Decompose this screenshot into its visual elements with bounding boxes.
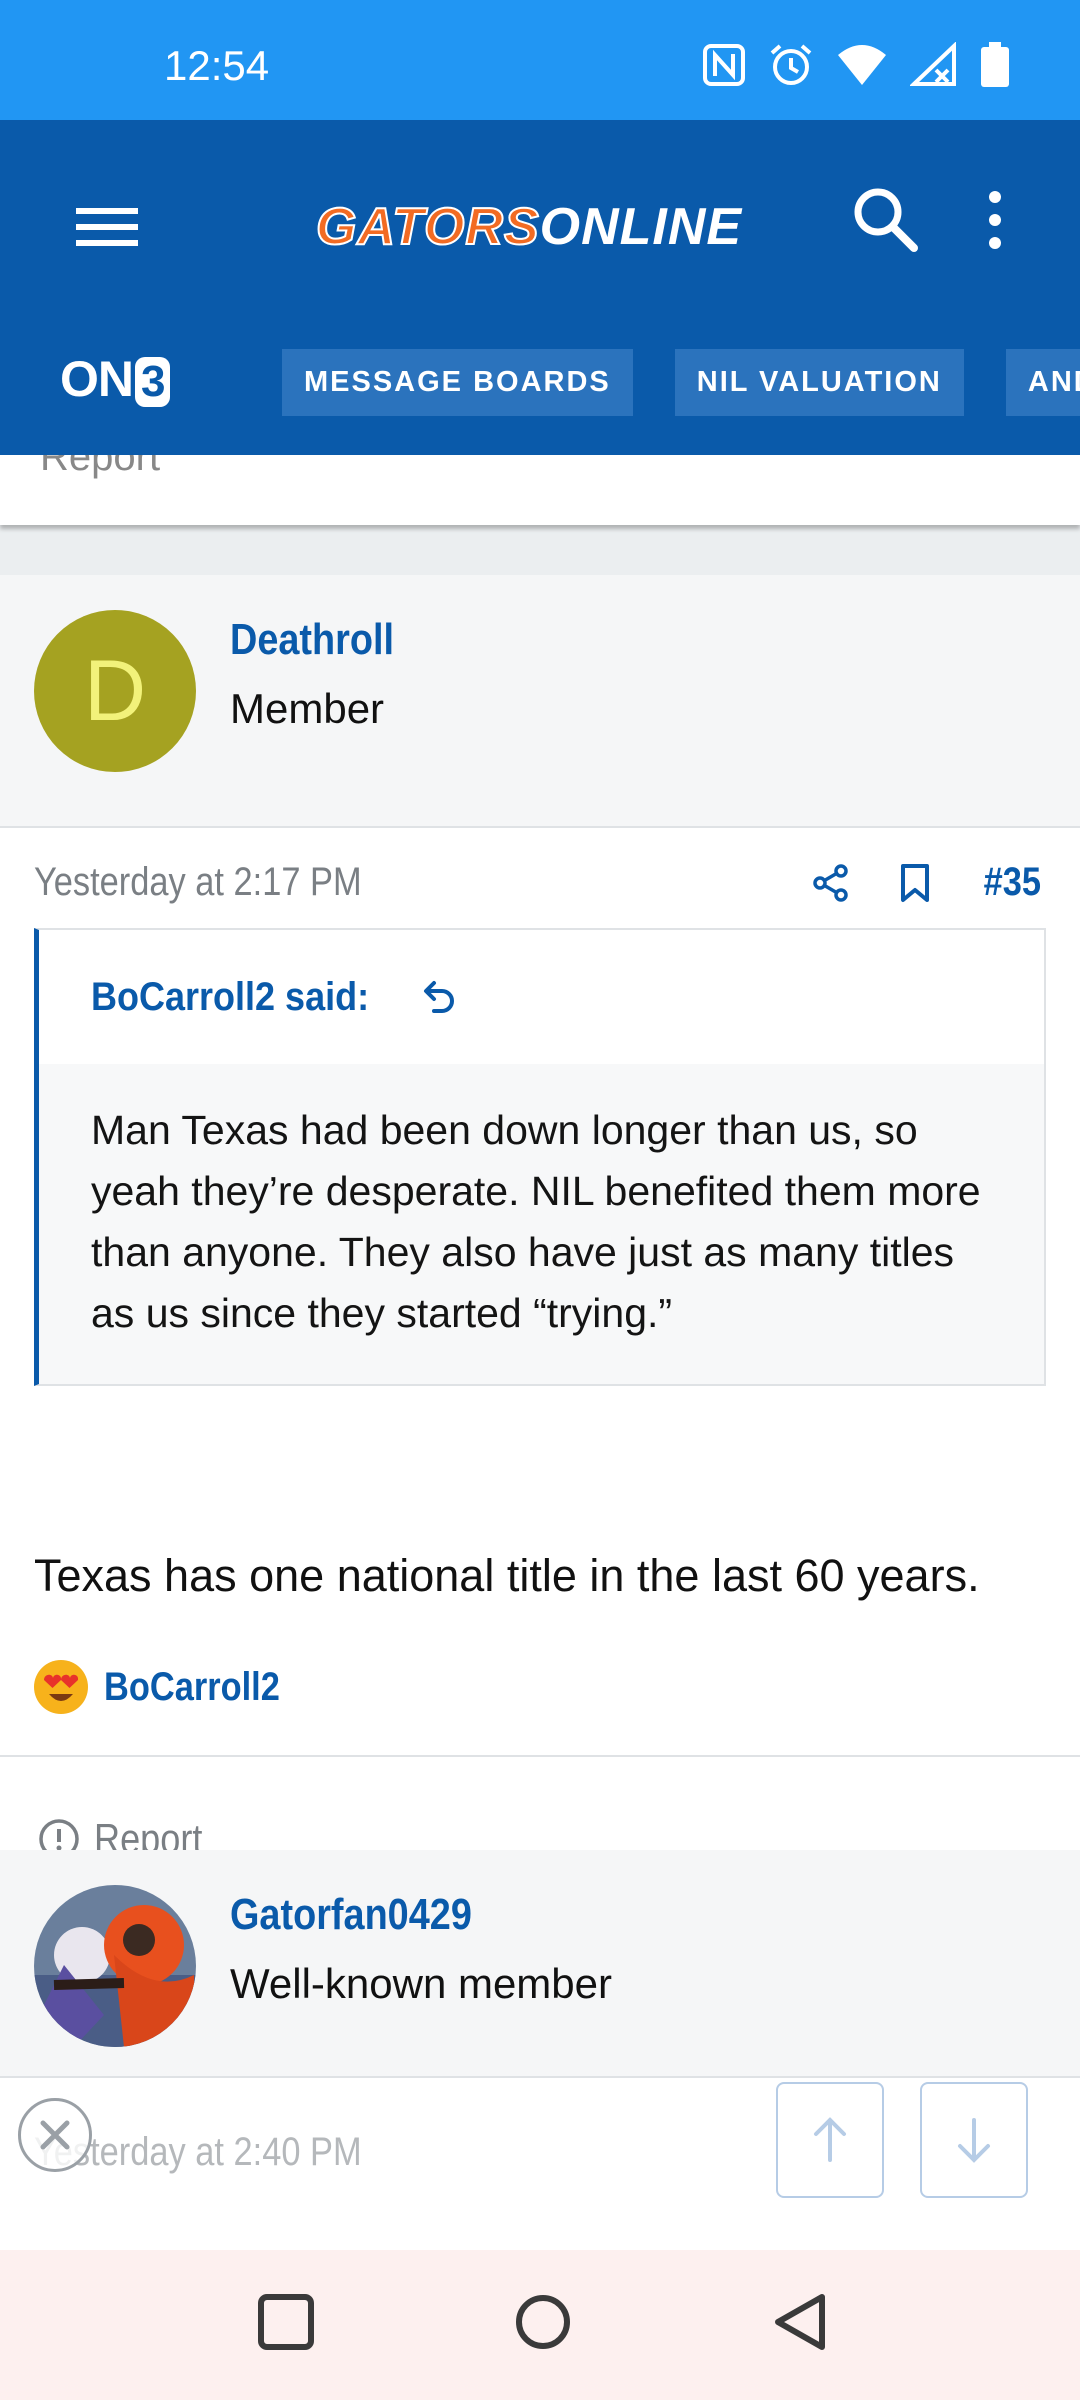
quote-header[interactable]: BoCarroll2 said: [39,930,1044,1064]
tab-andy[interactable]: ANDY [1005,349,1080,416]
avatar[interactable] [34,1885,196,2047]
arrow-down-icon [958,2118,990,2163]
close-button[interactable] [18,2098,92,2172]
on3-logo-prefix: ON [60,351,134,407]
status-bar: 12:54 [0,0,1080,120]
hamburger-icon [76,208,138,246]
author-name[interactable]: Gatorfan0429 [230,1890,472,1940]
search-button[interactable] [846,180,926,260]
status-time: 12:54 [164,42,270,89]
signal-icon [910,42,956,86]
share-icon[interactable] [811,863,851,903]
scroll-down-button[interactable] [920,2082,1028,2198]
app-header: GATORS ONLINE ON 3 MESSAGE BOARDS NIL VAL… [0,120,1080,455]
nav-tabs: MESSAGE BOARDS NIL VALUATION ANDY [282,349,1080,416]
logo-online-text: ONLINE [539,198,743,256]
alarm-icon [770,44,812,85]
previous-post-footer: Report [0,455,1080,525]
author-title: Well-known member [230,1960,612,2007]
app-screen: 12:54 GATORS ONLINE ON 3 MESSAGE BOARDS N… [0,0,1080,2400]
jump-to-quote-icon[interactable] [422,977,458,1017]
arrow-up-icon [814,2117,846,2162]
author-title: Member [230,685,385,732]
on3-logo[interactable]: ON 3 [60,350,171,408]
post-number[interactable]: #35 [984,860,1041,905]
reaction-summary[interactable]: BoCarroll2 [34,1660,309,1714]
post-35: D Deathroll Member Yesterday at 2:17 PM … [0,575,1080,1907]
bookmark-icon[interactable] [897,862,933,904]
post-actions: #35 [811,860,1046,905]
wifi-icon [838,45,886,85]
tab-message-boards[interactable]: MESSAGE BOARDS [282,349,633,416]
previous-report-link[interactable]: Report [40,455,160,480]
logo-gators-text: GATORS [315,197,540,257]
more-options-button[interactable] [975,180,1015,260]
quote-block: BoCarroll2 said: Man Texas had been down… [34,928,1046,1386]
menu-button[interactable] [72,192,142,262]
thread-content: Report D Deathroll Member Yesterday at 2… [0,455,1080,2250]
quote-author[interactable]: BoCarroll2 said: [91,975,369,1020]
more-vertical-icon [989,191,1001,249]
post-timestamp[interactable]: Yesterday at 2:17 PM [34,860,362,905]
post-author-header: Gatorfan0429 Well-known member [0,1850,1080,2078]
search-icon [854,188,918,252]
close-icon [40,2120,70,2150]
scroll-up-button[interactable] [776,2082,884,2198]
status-icons [702,42,1010,88]
post-body: Texas has one national title in the last… [34,1550,980,1601]
recent-apps-icon[interactable] [256,2292,316,2352]
love-eyes-emoji-icon [34,1660,88,1714]
back-icon[interactable] [770,2292,830,2352]
home-icon[interactable] [513,2292,573,2352]
post-author-header: D Deathroll Member [0,575,1080,828]
reaction-user[interactable]: BoCarroll2 [104,1665,280,1710]
on3-logo-suffix: 3 [135,357,171,407]
previous-report-label: Report [40,455,161,479]
author-name[interactable]: Deathroll [230,615,394,665]
avatar[interactable]: D [34,610,196,772]
gatorsonline-logo[interactable]: GATORS ONLINE [315,182,743,272]
battery-icon [981,42,1009,87]
post-footer-divider [0,1755,1080,1757]
tab-nil-valuation[interactable]: NIL VALUATION [674,349,964,416]
post-36: Gatorfan0429 Well-known member [0,1850,1080,2250]
nfc-icon [703,44,745,86]
system-nav-bar [0,2250,1080,2400]
quote-text: Man Texas had been down longer than us, … [39,1064,1044,1384]
